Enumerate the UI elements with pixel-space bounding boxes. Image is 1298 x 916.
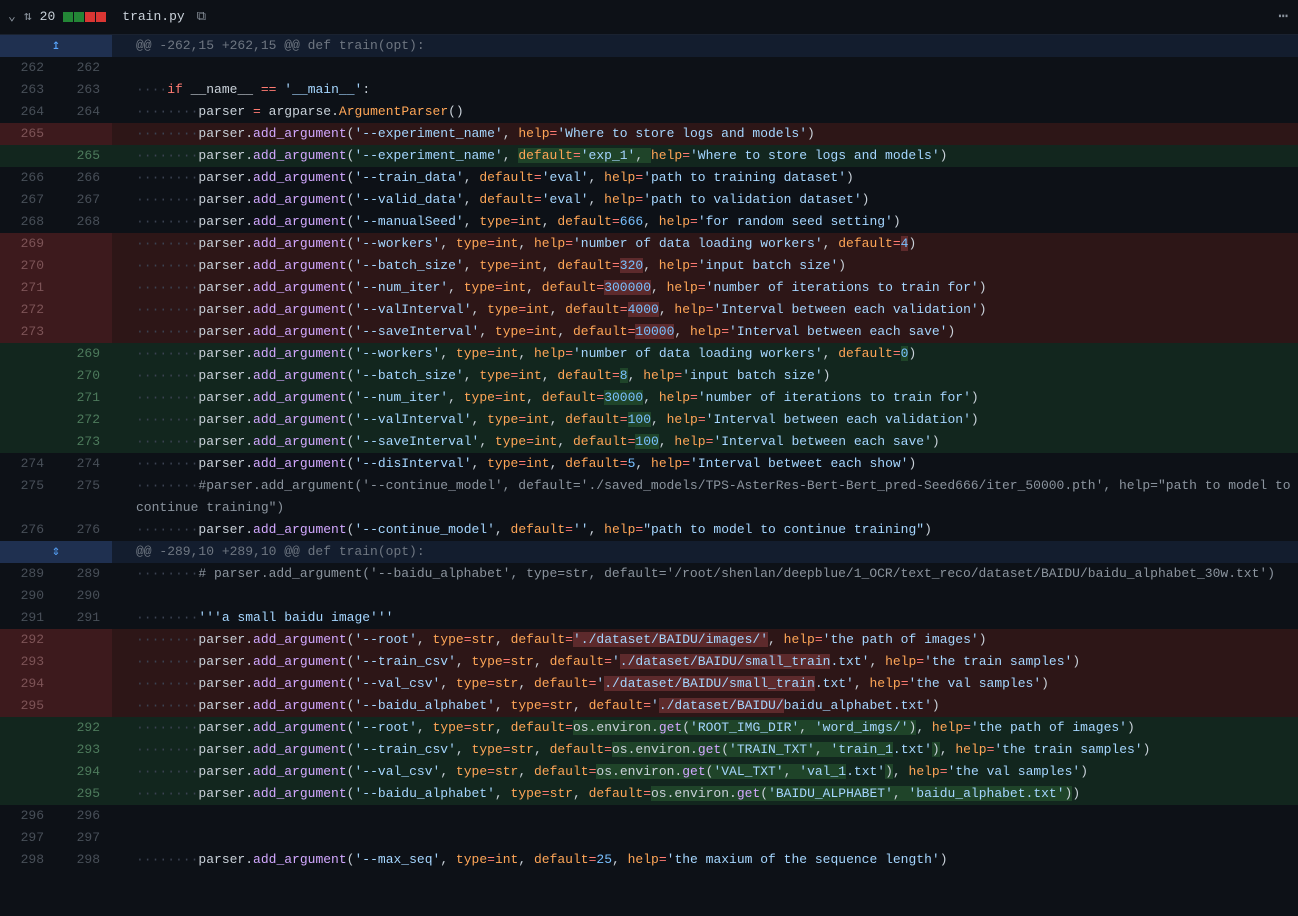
code-line: ········parser.add_argument('--experimen… bbox=[112, 123, 1298, 145]
code-line: ········parser.add_argument('--batch_siz… bbox=[112, 255, 1298, 277]
code-line: ········parser.add_argument('--max_seq',… bbox=[112, 849, 1298, 871]
code-line: ····if __name__ == '__main__': bbox=[112, 79, 1298, 101]
diff-stat-blocks bbox=[63, 12, 106, 22]
code-line: ········parser.add_argument('--valInterv… bbox=[112, 409, 1298, 431]
expand-all-icon[interactable]: ⇅ bbox=[24, 6, 32, 28]
code-line bbox=[112, 805, 1298, 827]
code-line: ········parser.add_argument('--baidu_alp… bbox=[112, 695, 1298, 717]
collapse-icon[interactable]: ⌄ bbox=[8, 6, 16, 28]
filename[interactable]: train.py bbox=[122, 6, 184, 28]
code-line: ········parser.add_argument('--experimen… bbox=[112, 145, 1298, 167]
code-line: ········parser.add_argument('--num_iter'… bbox=[112, 277, 1298, 299]
code-line: ········parser.add_argument('--valInterv… bbox=[112, 299, 1298, 321]
code-line: ········#parser.add_argument('--continue… bbox=[112, 475, 1298, 519]
code-line: ········parser.add_argument('--root', ty… bbox=[112, 629, 1298, 651]
code-line: ········'''a small baidu image''' bbox=[112, 607, 1298, 629]
file-header: ⌄ ⇅ 20 train.py ⧉ ⋯ bbox=[0, 0, 1298, 35]
code-line: ········parser = argparse.ArgumentParser… bbox=[112, 101, 1298, 123]
copy-icon[interactable]: ⧉ bbox=[197, 6, 206, 28]
code-line: ········parser.add_argument('--valid_dat… bbox=[112, 189, 1298, 211]
code-line: ········parser.add_argument('--val_csv',… bbox=[112, 673, 1298, 695]
code-line: ········parser.add_argument('--train_csv… bbox=[112, 739, 1298, 761]
code-line bbox=[112, 57, 1298, 79]
hunk-header: ⇕ @@ -289,10 +289,10 @@ def train(opt): bbox=[0, 541, 1298, 563]
code-line: ········parser.add_argument('--val_csv',… bbox=[112, 761, 1298, 783]
diff-table: 289289········# parser.add_argument('--b… bbox=[0, 563, 1298, 871]
code-line bbox=[112, 827, 1298, 849]
code-line: ········parser.add_argument('--workers',… bbox=[112, 343, 1298, 365]
code-line bbox=[112, 585, 1298, 607]
code-line: ········# parser.add_argument('--baidu_a… bbox=[112, 563, 1298, 585]
diff-count: 20 bbox=[40, 6, 56, 28]
code-line: ········parser.add_argument('--disInterv… bbox=[112, 453, 1298, 475]
line-num-old[interactable]: 262 bbox=[0, 57, 56, 79]
hunk-header: ↥ @@ -262,15 +262,15 @@ def train(opt): bbox=[0, 35, 1298, 57]
expand-up-icon[interactable]: ↥ bbox=[0, 35, 112, 57]
code-line: ········parser.add_argument('--workers',… bbox=[112, 233, 1298, 255]
expand-icon[interactable]: ⇕ bbox=[0, 541, 112, 563]
line-num-new[interactable]: 262 bbox=[56, 57, 112, 79]
code-line: ········parser.add_argument('--train_dat… bbox=[112, 167, 1298, 189]
more-menu-icon[interactable]: ⋯ bbox=[1278, 6, 1290, 28]
code-line: ········parser.add_argument('--baidu_alp… bbox=[112, 783, 1298, 805]
code-line: ········parser.add_argument('--root', ty… bbox=[112, 717, 1298, 739]
code-line: ········parser.add_argument('--num_iter'… bbox=[112, 387, 1298, 409]
code-line: ········parser.add_argument('--continue_… bbox=[112, 519, 1298, 541]
code-line: ········parser.add_argument('--manualSee… bbox=[112, 211, 1298, 233]
code-line: ········parser.add_argument('--saveInter… bbox=[112, 431, 1298, 453]
code-line: ········parser.add_argument('--saveInter… bbox=[112, 321, 1298, 343]
code-line: ········parser.add_argument('--train_csv… bbox=[112, 651, 1298, 673]
diff-table: 262262 263263····if __name__ == '__main_… bbox=[0, 57, 1298, 541]
code-line: ········parser.add_argument('--batch_siz… bbox=[112, 365, 1298, 387]
